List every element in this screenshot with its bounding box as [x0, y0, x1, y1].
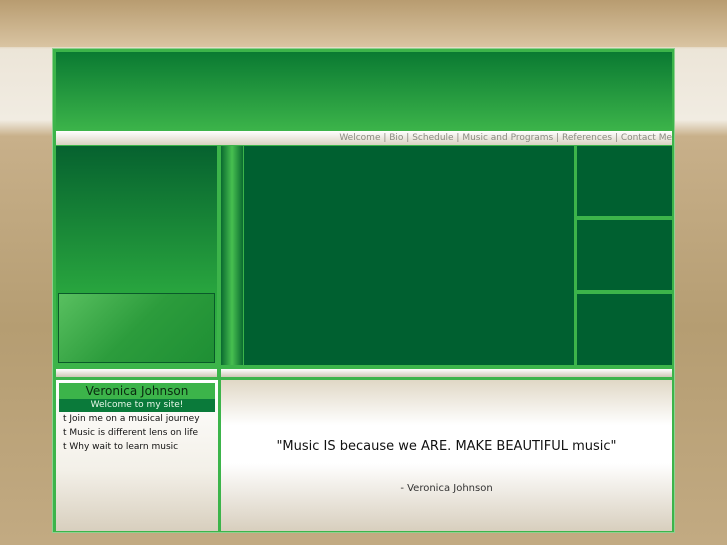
quote-text: "Music IS because we ARE. MAKE BEAUTIFUL…	[276, 439, 617, 454]
divider-left	[56, 369, 217, 377]
left-panel	[56, 146, 217, 365]
page-container: Welcome | Bio | Schedule | Music and Pro…	[52, 48, 675, 533]
site-owner-name: Veronica Johnson	[59, 383, 215, 399]
list-item[interactable]: t Join me on a musical journey	[56, 412, 218, 426]
top-band	[0, 0, 727, 47]
nav-bio[interactable]: Bio	[389, 133, 403, 143]
nav-references[interactable]: References	[562, 133, 612, 143]
quote-panel: "Music IS because we ARE. MAKE BEAUTIFUL…	[221, 380, 672, 531]
nav-music-programs[interactable]: Music and Programs	[462, 133, 553, 143]
left-image-box	[58, 293, 215, 363]
list-item[interactable]: t Music is different lens on life	[56, 426, 218, 440]
header-banner	[56, 52, 672, 131]
sidebar-menu: Veronica Johnson Welcome to my site! t J…	[56, 380, 218, 531]
nav-bar: Welcome | Bio | Schedule | Music and Pro…	[56, 131, 672, 145]
list-item[interactable]: t Why wait to learn music	[56, 440, 218, 454]
quote-author: - Veronica Johnson	[400, 483, 493, 494]
right-box-3	[577, 294, 672, 365]
welcome-banner[interactable]: Welcome to my site!	[59, 399, 215, 412]
main-image-area	[244, 146, 574, 365]
right-box-1	[577, 146, 672, 216]
divider-right	[221, 369, 672, 377]
decorative-strip	[221, 146, 243, 365]
nav-schedule[interactable]: Schedule	[412, 133, 453, 143]
nav-welcome[interactable]: Welcome	[339, 133, 380, 143]
nav-contact[interactable]: Contact Me	[621, 133, 672, 143]
right-box-2	[577, 220, 672, 290]
